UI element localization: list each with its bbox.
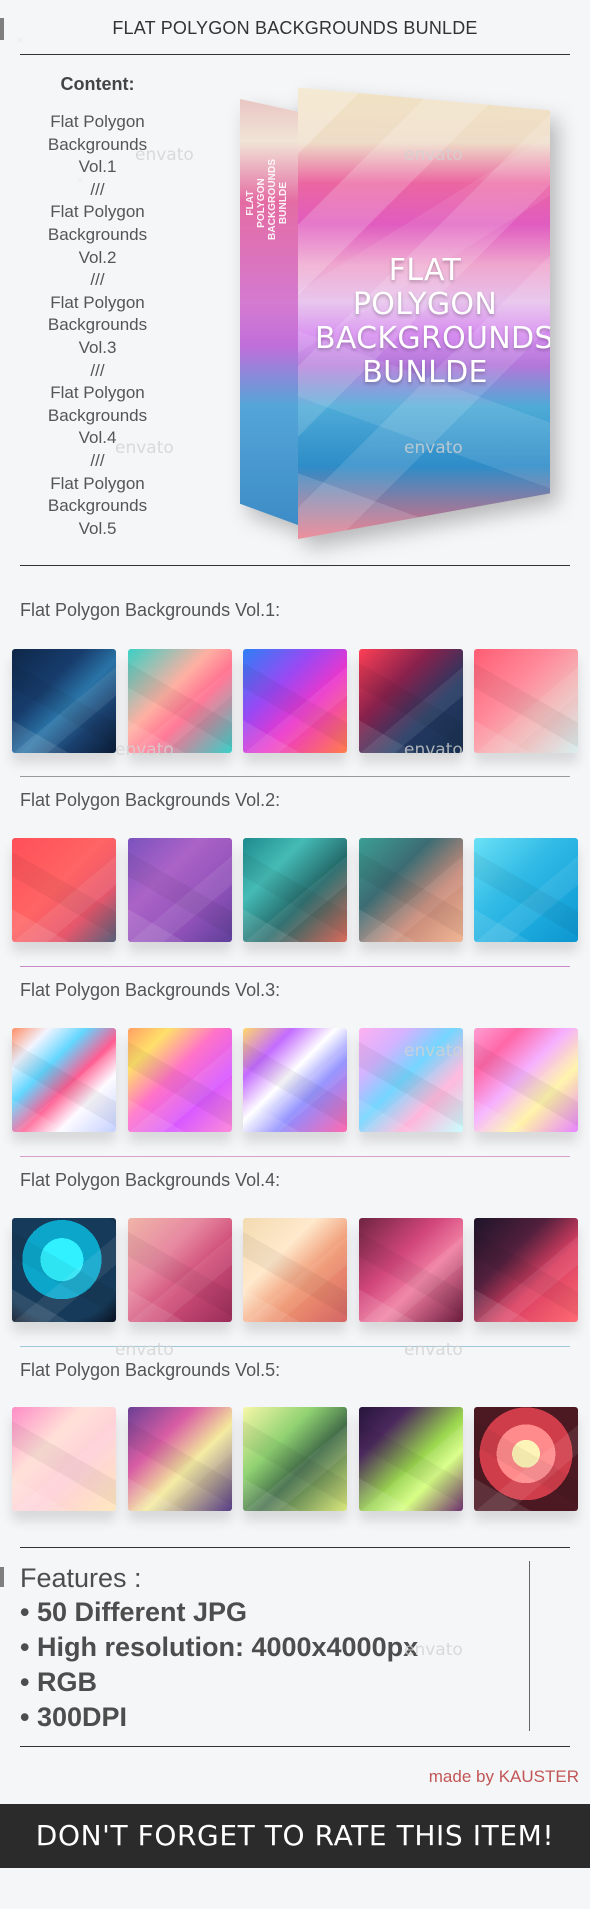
- product-box-side-line: BUNLDE: [278, 181, 289, 225]
- content-line: Flat Polygon: [50, 473, 145, 493]
- content-line: Vol.5: [78, 518, 117, 538]
- features-bottom-divider: [20, 1746, 570, 1747]
- feature-item: • 300DPI: [20, 1702, 128, 1732]
- thumbnail-image: [474, 1407, 578, 1511]
- thumb-row-vol3: [12, 1028, 578, 1134]
- thumbnail-image: [12, 1028, 116, 1132]
- thumbnail-image: [358, 649, 463, 753]
- product-box-front: FLAT POLYGON BACKGROUNDS BUNLDE: [298, 87, 554, 539]
- thumbnail-image: [12, 649, 116, 753]
- thumbnail-image: [12, 1218, 116, 1322]
- content-divider: [20, 565, 570, 566]
- feature-item: • High resolution: 4000x4000px: [20, 1632, 419, 1662]
- features-left-accent: [0, 1567, 4, 1587]
- thumb-row-vol2: [12, 838, 578, 944]
- product-box-title-line: BACKGROUNDS: [315, 321, 554, 356]
- features-side-divider: [529, 1561, 530, 1731]
- thumb-row-vol5: [12, 1407, 578, 1513]
- thumbnail-image: [127, 838, 232, 942]
- top-left-accent: [0, 18, 4, 40]
- thumbnail-image: [358, 1407, 463, 1511]
- section-title: Flat Polygon Backgrounds Vol.4:: [20, 1170, 281, 1190]
- section-divider: [20, 1156, 570, 1157]
- thumb-row-vol1: [12, 649, 578, 755]
- thumbnail-image: [243, 1028, 347, 1132]
- section-divider: [20, 1346, 570, 1347]
- product-box-title-line: FLAT POLYGON: [352, 253, 498, 322]
- watermark-text: envato: [404, 1340, 463, 1360]
- thumb-row-vol4: [12, 1218, 578, 1324]
- thumbnail-image: [358, 838, 463, 942]
- content-line: ///: [90, 270, 105, 290]
- thumbnail-image: [127, 1407, 232, 1511]
- page-title: FLAT POLYGON BACKGROUNDS BUNLDE: [112, 18, 478, 38]
- section-title: Flat Polygon Backgrounds Vol.1:: [20, 600, 281, 620]
- content-line: Vol.4: [78, 428, 117, 448]
- credit-text: made by KAUSTER: [428, 1767, 579, 1786]
- content-line: Backgrounds: [47, 315, 148, 335]
- section-title: Flat Polygon Backgrounds Vol.2:: [20, 790, 281, 810]
- footer-banner: DON'T FORGET TO RATE THIS ITEM!: [0, 1804, 590, 1868]
- thumbnail-image: [474, 838, 578, 942]
- content-line: Vol.2: [78, 247, 117, 267]
- thumbnail-image: [243, 1218, 347, 1322]
- content-line: ///: [90, 360, 105, 380]
- section-divider: [20, 776, 570, 777]
- thumbnail-image: [243, 838, 347, 942]
- content-title: Content:: [60, 74, 135, 94]
- watermark-text: envato: [115, 1340, 174, 1360]
- poster-page: FLAT POLYGON BACKGROUNDS BUNLDE Content:…: [0, 0, 590, 1909]
- thumbnail-image: [474, 1218, 578, 1322]
- content-line: Vol.3: [78, 337, 117, 357]
- section-title: Flat Polygon Backgrounds Vol.3:: [20, 980, 281, 1000]
- title-divider: [20, 54, 570, 55]
- product-box-title-line: BUNLDE: [362, 355, 488, 390]
- thumbnail-image: [243, 649, 347, 753]
- product-box-side-text: FLAT POLYGON BACKGROUNDS BUNLDE: [245, 158, 289, 240]
- product-box-side-line: BACKGROUNDS: [267, 158, 278, 240]
- thumbnail-image: [127, 1218, 232, 1322]
- product-box-title: FLAT POLYGON BACKGROUNDS BUNLDE: [315, 253, 554, 390]
- thumbnail-image: [127, 649, 232, 753]
- thumbnail-image: [474, 1028, 578, 1132]
- thumbnail-image: [243, 1407, 347, 1511]
- product-box-side-line: FLAT POLYGON: [245, 178, 267, 228]
- feature-item: • 50 Different JPG: [20, 1597, 248, 1627]
- content-line: Flat Polygon: [50, 292, 145, 312]
- thumbnail-image: [12, 1407, 116, 1511]
- thumbnail-image: [358, 1218, 463, 1322]
- section-divider: [20, 966, 570, 967]
- content-line: Backgrounds: [47, 134, 148, 154]
- content-line: Flat Polygon: [50, 383, 145, 403]
- content-line: Flat Polygon: [50, 202, 145, 222]
- content-line: Flat Polygon: [50, 112, 145, 131]
- content-line: ///: [90, 450, 105, 470]
- features-title: Features :: [20, 1563, 142, 1593]
- content-line: Backgrounds: [47, 496, 148, 516]
- content-line: Vol.1: [78, 157, 117, 177]
- product-box-side: FLAT POLYGON BACKGROUNDS BUNLDE: [240, 99, 298, 525]
- features-block: Features : • 50 Different JPG • High res…: [20, 1563, 418, 1735]
- features-top-divider: [20, 1547, 570, 1548]
- thumbnail-image: [127, 1028, 232, 1132]
- thumbnail-image: [474, 649, 578, 753]
- thumbnail-image: [358, 1028, 463, 1132]
- product-box: FLAT POLYGON BACKGROUNDS BUNLDE FLAT POL…: [240, 83, 550, 541]
- feature-item: • RGB: [20, 1667, 97, 1697]
- content-line: ///: [90, 179, 105, 199]
- content-line: Backgrounds: [47, 405, 148, 425]
- content-list: Content: Flat Polygon Backgrounds Vol.1 …: [20, 74, 175, 540]
- content-line: Backgrounds: [47, 224, 148, 244]
- section-title: Flat Polygon Backgrounds Vol.5:: [20, 1360, 281, 1380]
- thumbnail-image: [12, 838, 116, 942]
